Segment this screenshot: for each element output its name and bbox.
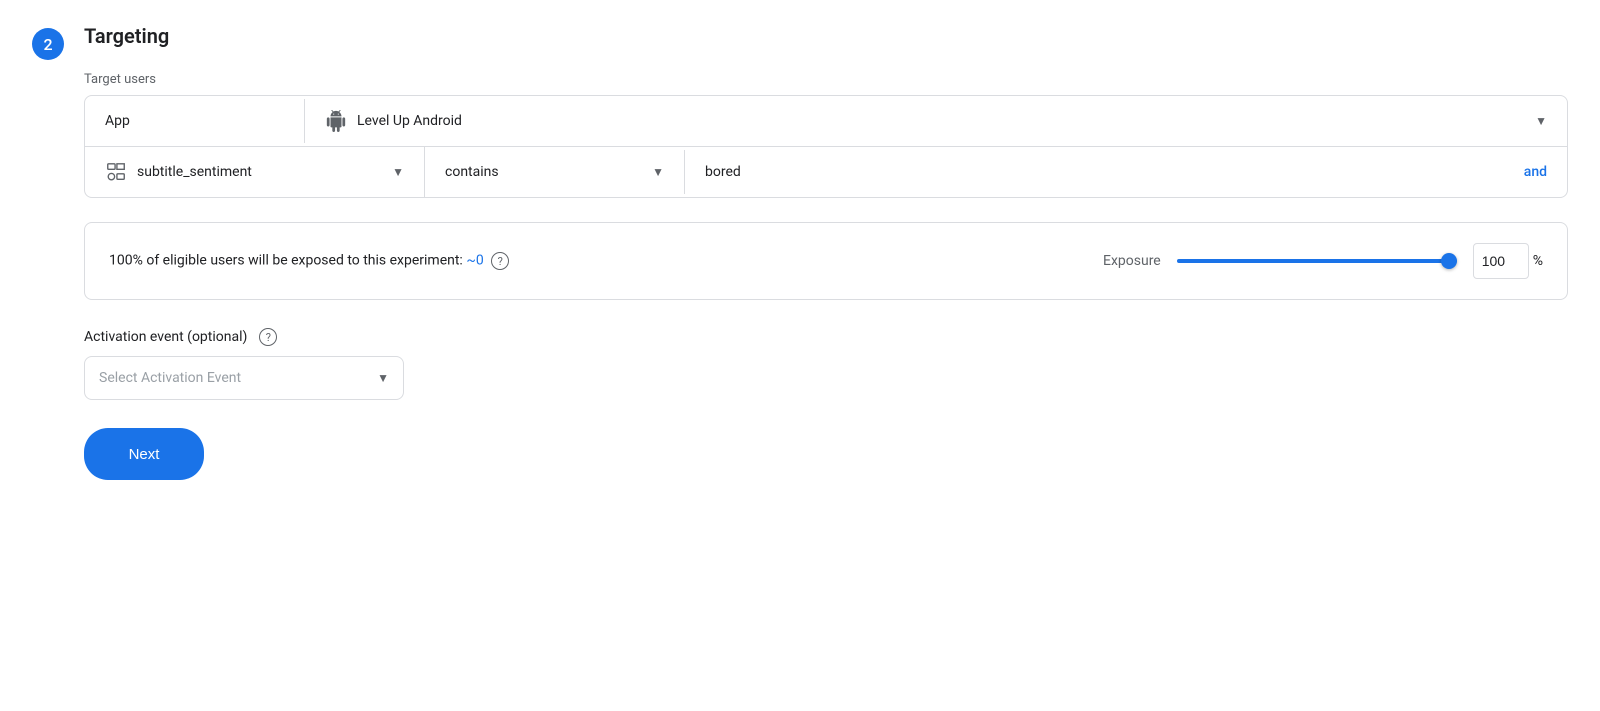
step-number: 2	[32, 28, 64, 60]
android-icon	[325, 110, 347, 132]
filter-value-cell: bored and	[685, 150, 1567, 194]
target-users-label: Target users	[84, 72, 1568, 87]
activation-label-row: Activation event (optional) ?	[84, 328, 1568, 346]
page-title: Targeting	[84, 24, 1568, 48]
slider-track	[1177, 259, 1457, 263]
exposure-help-icon[interactable]: ?	[491, 252, 509, 270]
slider-thumb	[1441, 253, 1457, 269]
exposure-slider[interactable]	[1177, 251, 1457, 271]
filter-value: bored	[705, 164, 1524, 180]
exposure-description: 100% of eligible users will be exposed t…	[109, 252, 1079, 270]
filter-condition-value: contains	[445, 164, 642, 180]
app-row: App Level Up Android ▼	[85, 96, 1567, 147]
activation-label: Activation event (optional)	[84, 329, 247, 345]
exposure-controls: Exposure %	[1103, 243, 1543, 279]
exposure-value-box: %	[1473, 243, 1543, 279]
next-button[interactable]: Next	[84, 428, 204, 480]
exposure-box: 100% of eligible users will be exposed t…	[84, 222, 1568, 300]
filter-row: subtitle_sentiment ▼ contains ▼ bored an…	[85, 147, 1567, 197]
percent-label: %	[1533, 253, 1543, 269]
target-users-box: App Level Up Android ▼	[84, 95, 1568, 198]
app-dropdown-arrow-icon: ▼	[1535, 114, 1547, 128]
app-value: Level Up Android	[357, 113, 1525, 129]
and-button[interactable]: and	[1524, 164, 1547, 180]
property-icon	[105, 161, 127, 183]
exposure-input[interactable]	[1473, 243, 1529, 279]
exposure-count: ~0	[466, 253, 483, 269]
property-dropdown-arrow-icon: ▼	[392, 165, 404, 179]
activation-help-icon[interactable]: ?	[259, 328, 277, 346]
filter-property-dropdown[interactable]: subtitle_sentiment ▼	[85, 147, 425, 197]
activation-placeholder: Select Activation Event	[99, 370, 377, 386]
activation-event-dropdown[interactable]: Select Activation Event ▼	[84, 356, 404, 400]
app-select-dropdown[interactable]: Level Up Android ▼	[305, 96, 1567, 146]
filter-property-value: subtitle_sentiment	[137, 164, 382, 180]
exposure-label: Exposure	[1103, 253, 1161, 269]
activation-dropdown-arrow-icon: ▼	[377, 371, 389, 385]
filter-condition-dropdown[interactable]: contains ▼	[425, 150, 685, 194]
app-label: App	[85, 99, 305, 143]
condition-dropdown-arrow-icon: ▼	[652, 165, 664, 179]
